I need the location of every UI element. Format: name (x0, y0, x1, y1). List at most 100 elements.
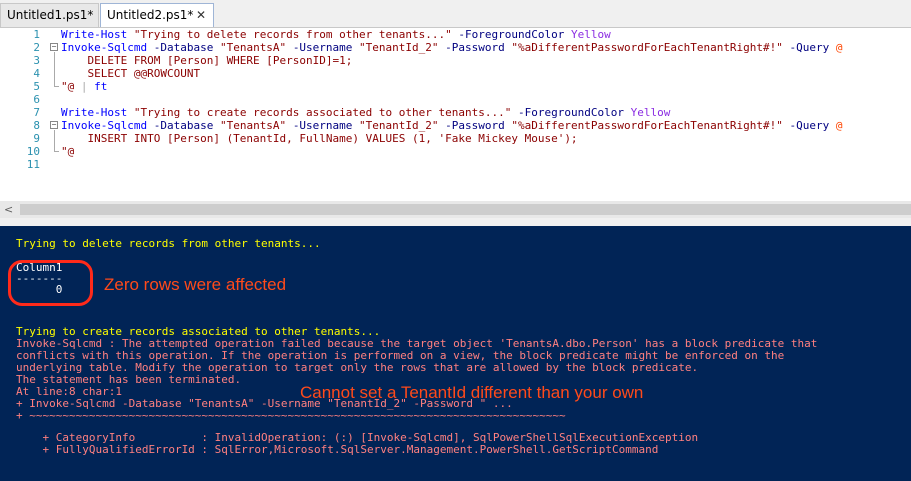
line-number: 10 (26, 145, 40, 158)
annotation-zero-rows: Zero rows were affected (104, 275, 287, 294)
code-line: SELECT @@ROWCOUNT (61, 67, 911, 80)
line-number: 3 (33, 54, 40, 67)
pane-splitter[interactable] (0, 218, 911, 226)
code-token: Yellow (630, 106, 671, 119)
code-token: -ForegroundColor (517, 106, 624, 119)
fold-line-end (54, 151, 59, 152)
console-line: underlying table. Modify the operation t… (16, 361, 699, 374)
console-line: Invoke-Sqlcmd : The attempted operation … (16, 337, 818, 350)
code-token: ft (94, 80, 108, 93)
console-line: + ~~~~~~~~~~~~~~~~~~~~~~~~~~~~~~~~~~~~~~… (16, 409, 566, 422)
code-token: "@ (61, 80, 75, 93)
scroll-left-icon[interactable]: < (4, 203, 13, 216)
code-line: Invoke-Sqlcmd -Database "TenantsA" -User… (61, 119, 911, 132)
code-token: -Database (153, 119, 214, 132)
code-line: Write-Host "Trying to delete records fro… (61, 28, 911, 41)
fold-line (54, 52, 55, 86)
console-line: Trying to delete records from other tena… (16, 237, 321, 250)
code-line: "@ | ft (61, 80, 911, 93)
tab-untitled1[interactable]: Untitled1.ps1* (0, 3, 99, 27)
console-pane[interactable]: Trying to delete records from other tena… (0, 226, 911, 481)
code-token: Invoke-Sqlcmd (61, 41, 148, 54)
annotation-tenant-id: Cannot set a TenantId different than you… (300, 383, 644, 402)
code-token: -Username (292, 119, 353, 132)
tab-bar: Untitled1.ps1* Untitled2.ps1* ✕ (0, 0, 911, 28)
code-token: -Password (445, 119, 505, 132)
horizontal-scrollbar[interactable]: < (0, 201, 911, 218)
code-token: "TenantsA" (219, 119, 287, 132)
line-number: 11 (26, 158, 40, 171)
code-token: -ForegroundColor (458, 28, 565, 41)
tab-untitled2[interactable]: Untitled2.ps1* ✕ (100, 3, 214, 28)
code-token: "@ (61, 145, 75, 158)
code-token: "TenantId_2" (359, 119, 439, 132)
code-token: "TenantId_2" (359, 41, 439, 54)
code-token: DELETE FROM [Person] WHERE [PersonID]=1; (61, 54, 353, 67)
code-token: -Database (153, 41, 214, 54)
console-line: + CategoryInfo : InvalidOperation: (:) [… (16, 431, 699, 444)
fold-line (54, 130, 55, 151)
line-number: 4 (33, 67, 40, 80)
code-token: Yellow (570, 28, 611, 41)
code-line: INSERT INTO [Person] (TenantId, FullName… (61, 132, 911, 145)
code-token: Write-Host (61, 106, 128, 119)
scrollbar-thumb[interactable] (20, 204, 911, 215)
console-line: Trying to create records associated to o… (16, 325, 381, 338)
code-line: DELETE FROM [Person] WHERE [PersonID]=1; (61, 54, 911, 67)
code-token: -Password (445, 41, 505, 54)
tab-label: Untitled1.ps1* (7, 8, 94, 22)
console-line: The statement has been terminated. (16, 373, 242, 386)
fold-line-end (54, 86, 59, 87)
code-token: "Trying to create records associated to … (133, 106, 512, 119)
code-token: @ (835, 41, 843, 54)
code-token: | (80, 80, 88, 93)
code-token: "%aDifferentPasswordForEachTenantRight#!… (511, 41, 783, 54)
code-token: INSERT INTO [Person] (TenantId, FullName… (61, 132, 578, 145)
code-token: -Query (789, 119, 830, 132)
console-line: conflicts with this operation. If the op… (16, 349, 785, 362)
code-token: Invoke-Sqlcmd (61, 119, 148, 132)
code-line: Invoke-Sqlcmd -Database "TenantsA" -User… (61, 41, 911, 54)
line-number-gutter: 1 2 3 4 5 6 7 8 9 10 11 (0, 28, 44, 201)
fold-toggle-icon[interactable]: − (50, 121, 58, 129)
line-number: 1 (33, 28, 40, 41)
line-number: 9 (33, 132, 40, 145)
code-token: "TenantsA" (219, 41, 287, 54)
close-icon[interactable]: ✕ (195, 9, 207, 21)
code-token: @ (835, 119, 843, 132)
code-token: Write-Host (61, 28, 128, 41)
line-number: 6 (33, 93, 40, 106)
code-token: "Trying to delete records from other ten… (133, 28, 452, 41)
tab-label: Untitled2.ps1* (107, 8, 194, 22)
line-number: 2 (33, 41, 40, 54)
fold-toggle-icon[interactable]: − (50, 43, 58, 51)
code-token: -Username (292, 41, 353, 54)
console-line: At line:8 char:1 (16, 385, 122, 398)
code-line: Write-Host "Trying to create records ass… (61, 106, 911, 119)
code-line: "@ (61, 145, 911, 158)
code-token: "%aDifferentPasswordForEachTenantRight#!… (511, 119, 783, 132)
line-number: 7 (33, 106, 40, 119)
console-line: + FullyQualifiedErrorId : SqlError,Micro… (16, 443, 659, 456)
line-number: 5 (33, 80, 40, 93)
code-token: SELECT @@ROWCOUNT (61, 67, 201, 80)
script-editor[interactable]: 1 2 3 4 5 6 7 8 9 10 11 − − Write-Host "Trying to … (0, 28, 911, 201)
code-token: -Query (789, 41, 830, 54)
annotation-circle (8, 260, 93, 306)
